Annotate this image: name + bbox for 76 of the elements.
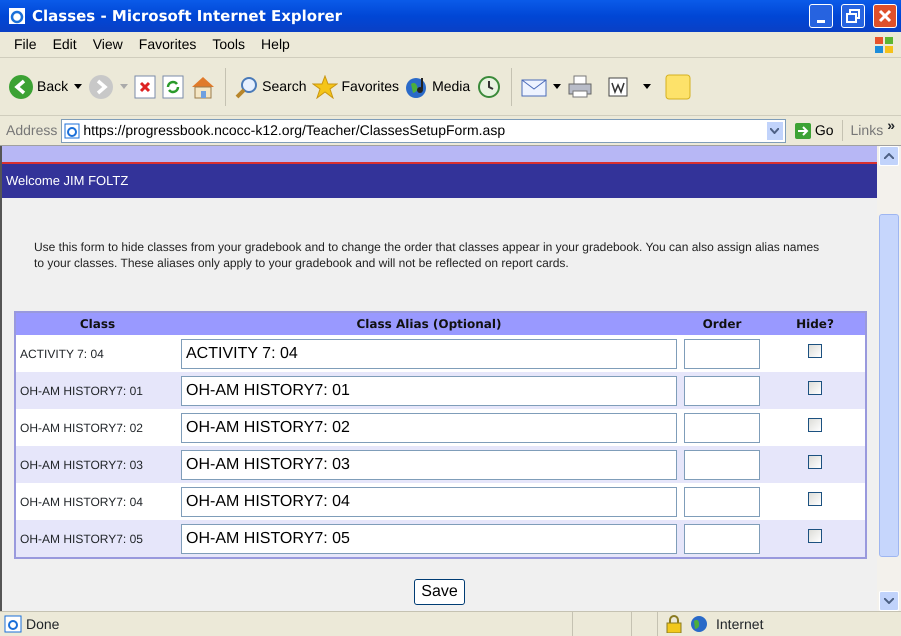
menu-item[interactable]: Help: [253, 34, 298, 55]
order-field[interactable]: [684, 412, 760, 443]
menu-item[interactable]: Edit: [44, 34, 85, 55]
windows-flag-icon: [873, 34, 895, 54]
scroll-down-button[interactable]: [879, 591, 899, 611]
class-name-cell: ACTIVITY 7: 04: [16, 335, 179, 372]
refresh-icon[interactable]: [162, 74, 184, 98]
search-icon: [235, 74, 260, 98]
globe-icon: [690, 615, 708, 633]
history-icon[interactable]: [476, 74, 502, 98]
hide-checkbox[interactable]: [808, 381, 822, 396]
hide-checkbox[interactable]: [808, 492, 822, 506]
class-name-cell: OH-AM HISTORY7: 04: [16, 483, 179, 520]
welcome-banner: Welcome JIM FOLTZ: [2, 164, 877, 198]
menu-item[interactable]: File: [6, 34, 45, 55]
restore-icon: [846, 9, 860, 23]
printer-icon[interactable]: [567, 74, 594, 98]
page-icon: [4, 615, 22, 633]
order-field[interactable]: [684, 450, 760, 480]
alias-field[interactable]: ACTIVITY 7: 04: [181, 338, 677, 369]
status-text: Done: [26, 614, 60, 634]
more-links-button[interactable]: »: [887, 115, 895, 136]
menu-item[interactable]: Favorites: [130, 34, 204, 55]
minimize-icon: [817, 20, 825, 22]
hide-checkbox[interactable]: [808, 418, 822, 432]
scroll-up-button[interactable]: [879, 146, 899, 166]
page-icon: [64, 122, 80, 138]
column-header: Order: [679, 313, 765, 336]
alias-field[interactable]: OH-AM HISTORY7: 01: [181, 376, 677, 406]
alias-field[interactable]: OH-AM HISTORY7: 05: [181, 524, 677, 554]
media-button[interactable]: Media: [405, 74, 470, 98]
star-icon: [312, 74, 338, 98]
go-button[interactable]: Go: [790, 120, 838, 141]
order-field[interactable]: [684, 524, 760, 554]
column-header: Class: [16, 313, 179, 336]
dropdown-arrow-icon[interactable]: [74, 84, 82, 89]
links-button[interactable]: Links: [842, 120, 884, 141]
menu-item[interactable]: View: [84, 34, 131, 55]
class-name-cell: OH-AM HISTORY7: 01: [16, 372, 179, 410]
minimize-button[interactable]: [809, 4, 833, 28]
stop-icon[interactable]: [134, 74, 156, 98]
word-document-icon[interactable]: [607, 76, 630, 98]
lock-icon: [666, 615, 682, 633]
order-field[interactable]: [684, 486, 760, 517]
order-field[interactable]: [684, 376, 760, 406]
favorites-button[interactable]: Favorites: [312, 74, 400, 98]
url-input[interactable]: https://progressbook.ncocc-k12.org/Teacher/ClassesSetupForm.asp: [83, 120, 763, 141]
scrollbar-thumb[interactable]: [879, 214, 899, 557]
zone-text: Internet: [716, 614, 764, 634]
class-name-cell: OH-AM HISTORY7: 02: [16, 409, 179, 446]
search-button[interactable]: Search: [235, 74, 306, 98]
column-header: Class Alias (Optional): [179, 313, 679, 336]
dropdown-arrow-icon[interactable]: [643, 84, 652, 89]
hide-checkbox[interactable]: [808, 455, 822, 470]
window-title: Classes - Microsoft Internet Explorer: [32, 6, 344, 27]
browser-icon: [8, 7, 26, 25]
menu-item[interactable]: Tools: [204, 34, 254, 55]
hide-checkbox[interactable]: [808, 344, 822, 358]
home-icon[interactable]: [190, 74, 216, 98]
alias-field[interactable]: OH-AM HISTORY7: 04: [181, 486, 677, 517]
alias-field[interactable]: OH-AM HISTORY7: 03: [181, 450, 677, 480]
address-label: Address: [6, 121, 58, 140]
save-button[interactable]: Save: [414, 579, 465, 606]
hide-checkbox[interactable]: [808, 529, 822, 544]
class-name-cell: OH-AM HISTORY7: 05: [16, 520, 179, 558]
order-field[interactable]: [684, 338, 760, 369]
dropdown-arrow-icon[interactable]: [553, 84, 562, 89]
alias-field[interactable]: OH-AM HISTORY7: 02: [181, 412, 677, 443]
back-button[interactable]: Back: [8, 74, 68, 100]
address-field[interactable]: https://progressbook.ncocc-k12.org/Teacher/ClassesSetupForm.asp: [61, 118, 786, 142]
restore-button[interactable]: [841, 4, 865, 28]
class-name-cell: OH-AM HISTORY7: 03: [16, 446, 179, 484]
close-icon: [878, 9, 892, 23]
close-button[interactable]: [873, 4, 897, 28]
instructions-text: Use this form to hide classes from your gradebook and to change the order that classes appear in your gradebook. You can also assign alias names to your classes. These aliases only apply to your gradebook and will not be reflected on report cards.: [33, 239, 820, 272]
column-header: Hide?: [765, 313, 865, 336]
